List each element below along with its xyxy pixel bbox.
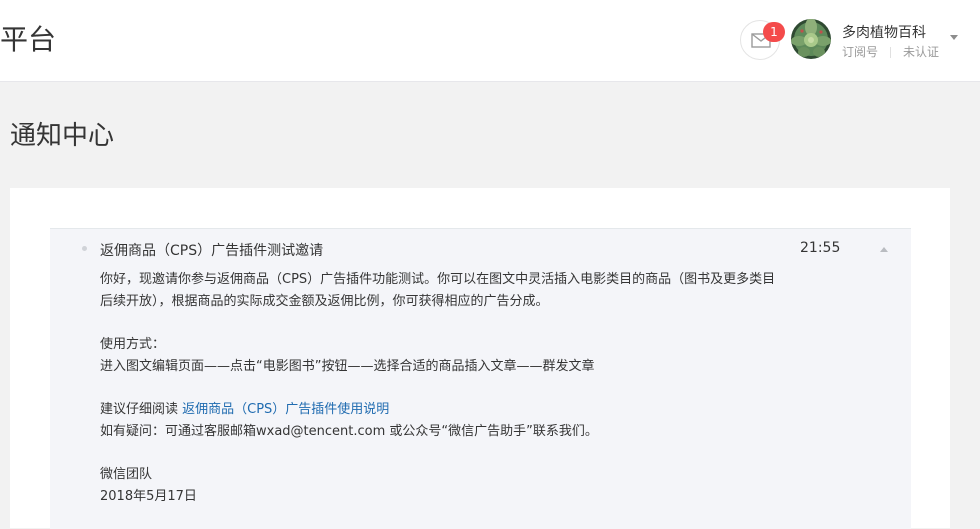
account-type: 订阅号 — [842, 45, 879, 59]
top-bar: 平台 — [0, 0, 980, 82]
read-suggestion: 建议仔细阅读 返佣商品（CPS）广告插件使用说明 — [100, 399, 860, 421]
body-line-1: 你好，现邀请你参与返佣商品（CPS）广告插件功能测试。你可以在图文中灵活插入电影… — [100, 272, 776, 287]
read-dot-icon — [82, 246, 87, 251]
succulent-avatar-image — [791, 19, 831, 59]
caret-down-icon[interactable] — [950, 35, 958, 40]
read-prefix: 建议仔细阅读 — [100, 402, 183, 417]
notification-time: 21:55 — [800, 240, 841, 256]
page-title: 通知中心 — [10, 121, 115, 151]
usage-label: 使用方式： — [100, 337, 166, 352]
signature: 微信团队 — [100, 467, 153, 482]
avatar[interactable] — [791, 19, 831, 59]
notification-date: 2018年5月17日 — [100, 489, 197, 504]
notification-title[interactable]: 返佣商品（CPS）广告插件测试邀请 — [100, 240, 323, 260]
platform-title: 平台 — [0, 23, 57, 56]
contact-info: 如有疑问：可通过客服邮箱wxad@tencent.com 或公众号“微信广告助手… — [100, 424, 598, 439]
notification-body: 你好，现邀请你参与返佣商品（CPS）广告插件功能测试。你可以在图文中灵活插入电影… — [100, 269, 860, 508]
usage-steps: 进入图文编辑页面——点击“电影图书”按钮——选择合适的商品插入文章——群发文章 — [100, 359, 595, 374]
verification-status: 未认证 — [903, 45, 940, 59]
account-meta: 订阅号 未认证 — [842, 43, 939, 60]
account-name: 多肉植物百科 — [842, 25, 926, 41]
usage-guide-link[interactable]: 返佣商品（CPS）广告插件使用说明 — [182, 402, 389, 417]
caret-up-icon[interactable] — [880, 247, 888, 252]
meta-divider — [890, 47, 892, 58]
unread-badge: 1 — [763, 22, 785, 42]
body-line-2: 后续开放），根据商品的实际成交金额及返佣比例，你可获得相应的广告分成。 — [100, 294, 549, 309]
